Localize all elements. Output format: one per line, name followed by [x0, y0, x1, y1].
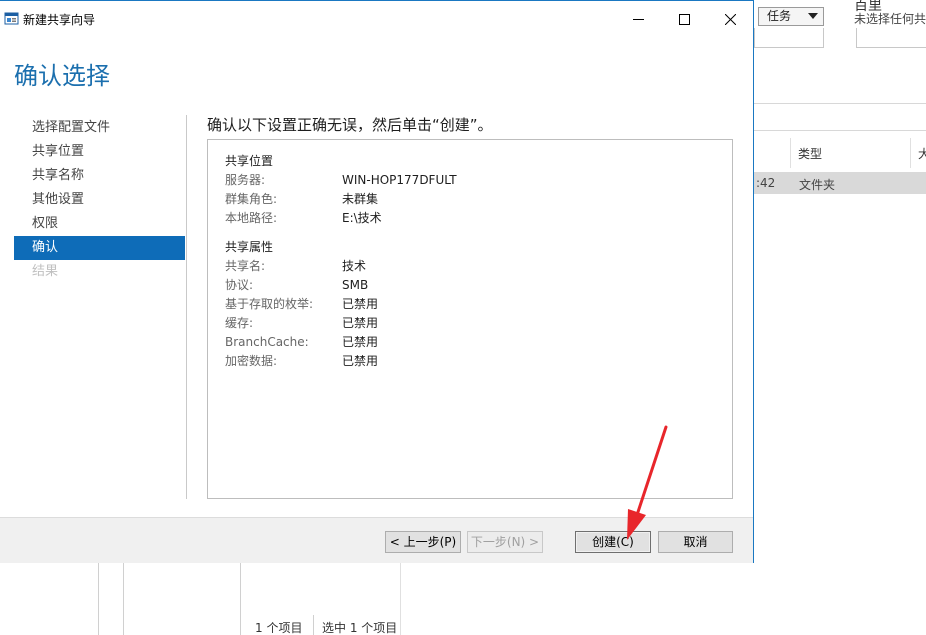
- tasks-dropdown[interactable]: 任务: [758, 7, 824, 26]
- divider: [754, 103, 926, 104]
- summary-key: 共享名:: [225, 259, 266, 273]
- summary-value: 已禁用: [342, 297, 379, 311]
- row-modified-time: :42: [756, 176, 776, 190]
- row-type: 文件夹: [799, 178, 836, 192]
- summary-value: 未群集: [342, 192, 379, 206]
- summary-value: 已禁用: [342, 354, 379, 368]
- step-confirmation[interactable]: 确认: [14, 236, 185, 260]
- summary-key: 服务器:: [225, 173, 266, 187]
- summary-value: WIN-HOP177DFULT: [342, 173, 457, 187]
- chevron-down-icon: [808, 13, 818, 19]
- create-button[interactable]: 创建(C): [575, 531, 651, 553]
- close-button[interactable]: [707, 1, 753, 37]
- nav-divider: [186, 115, 187, 499]
- section-header: 共享位置: [225, 154, 274, 168]
- maximize-button[interactable]: [661, 1, 707, 37]
- pane-divider: [98, 563, 99, 635]
- summary-row: 加密数据: 已禁用: [225, 352, 732, 371]
- divider: [754, 130, 926, 131]
- summary-key: 协议:: [225, 278, 254, 292]
- tasks-dropdown-label: 任务: [767, 9, 792, 23]
- step-label: 共享位置: [32, 144, 85, 159]
- minimize-button[interactable]: [615, 1, 661, 37]
- minimize-icon: [632, 18, 644, 20]
- previous-button[interactable]: < 上一步(P): [385, 531, 461, 553]
- share-properties-section: 共享属性 共享名: 技术 协议: SMB 基于存取的枚举: 已禁用 缓存: 已禁…: [225, 238, 732, 371]
- summary-key: 群集角色:: [225, 192, 278, 206]
- summary-row: 协议: SMB: [225, 276, 732, 295]
- table-row[interactable]: [754, 172, 926, 194]
- step-share-location[interactable]: 共享位置: [14, 140, 185, 164]
- maximize-icon: [678, 13, 690, 25]
- status-selected-count: 选中 1 个项目: [322, 621, 398, 635]
- section-header: 共享属性: [225, 240, 274, 254]
- wizard-steps-nav: 选择配置文件 共享位置 共享名称 其他设置 权限 确认 结果: [14, 116, 185, 284]
- column-header-size[interactable]: 大: [918, 145, 926, 162]
- step-label: 选择配置文件: [32, 120, 111, 135]
- summary-key: BranchCache:: [225, 335, 309, 349]
- column-header-type[interactable]: 类型: [798, 145, 822, 162]
- step-select-profile[interactable]: 选择配置文件: [14, 116, 185, 140]
- status-divider: [313, 615, 314, 635]
- instruction-text: 确认以下设置正确无误，然后单击“创建”。: [207, 116, 493, 134]
- step-results: 结果: [14, 260, 185, 284]
- background-bottom-pane: [0, 563, 926, 635]
- summary-row: 服务器: WIN-HOP177DFULT: [225, 171, 732, 190]
- column-divider[interactable]: [790, 138, 791, 168]
- step-label: 其他设置: [32, 192, 85, 207]
- step-label: 权限: [32, 216, 59, 231]
- page-title: 确认选择: [14, 62, 110, 90]
- step-share-name[interactable]: 共享名称: [14, 164, 185, 188]
- confirmation-summary-box: 共享位置 服务器: WIN-HOP177DFULT 群集角色: 未群集 本地路径…: [207, 139, 733, 499]
- status-item-count: 1 个项目: [255, 621, 303, 635]
- summary-row: BranchCache: 已禁用: [225, 333, 732, 352]
- properties-subtitle: 未选择任何共: [854, 12, 926, 26]
- share-folder-icon: [4, 11, 20, 26]
- summary-row: 本地路径: E:\技术: [225, 209, 732, 228]
- background-panels: [754, 28, 926, 48]
- summary-key: 缓存:: [225, 316, 254, 330]
- next-button: 下一步(N) >: [467, 531, 543, 553]
- step-label: 确认: [32, 240, 59, 255]
- step-label: 共享名称: [32, 168, 85, 183]
- column-divider[interactable]: [910, 138, 911, 168]
- summary-row: 缓存: 已禁用: [225, 314, 732, 333]
- summary-value: 已禁用: [342, 316, 379, 330]
- step-other-settings[interactable]: 其他设置: [14, 188, 185, 212]
- summary-value: 技术: [342, 259, 367, 273]
- window-title: 新建共享向导: [23, 13, 96, 27]
- summary-key: 本地路径:: [225, 211, 278, 225]
- cancel-button[interactable]: 取消: [658, 531, 733, 553]
- summary-row: 群集角色: 未群集: [225, 190, 732, 209]
- step-permissions[interactable]: 权限: [14, 212, 185, 236]
- new-share-wizard-dialog: 新建共享向导 确认选择 选择配置文件 共享位置 共享名称 其他设置 权限 确认 …: [0, 0, 754, 563]
- summary-value: E:\技术: [342, 211, 382, 225]
- summary-key: 基于存取的枚举:: [225, 297, 314, 311]
- summary-row: 基于存取的枚举: 已禁用: [225, 295, 732, 314]
- wizard-content: 确认选择 选择配置文件 共享位置 共享名称 其他设置 权限 确认 结果 确认以下…: [0, 37, 753, 517]
- wizard-footer: < 上一步(P) 下一步(N) > 创建(C) 取消: [0, 517, 753, 563]
- summary-row: 共享名: 技术: [225, 257, 732, 276]
- share-location-section: 共享位置 服务器: WIN-HOP177DFULT 群集角色: 未群集 本地路径…: [225, 152, 732, 228]
- summary-value: SMB: [342, 278, 369, 292]
- pane-divider: [400, 563, 401, 635]
- close-icon: [724, 13, 736, 25]
- summary-value: 已禁用: [342, 335, 379, 349]
- pane-divider: [123, 563, 124, 635]
- pane-divider: [240, 563, 241, 635]
- summary-key: 加密数据:: [225, 354, 278, 368]
- title-bar[interactable]: 新建共享向导: [0, 1, 753, 37]
- step-label: 结果: [32, 264, 59, 279]
